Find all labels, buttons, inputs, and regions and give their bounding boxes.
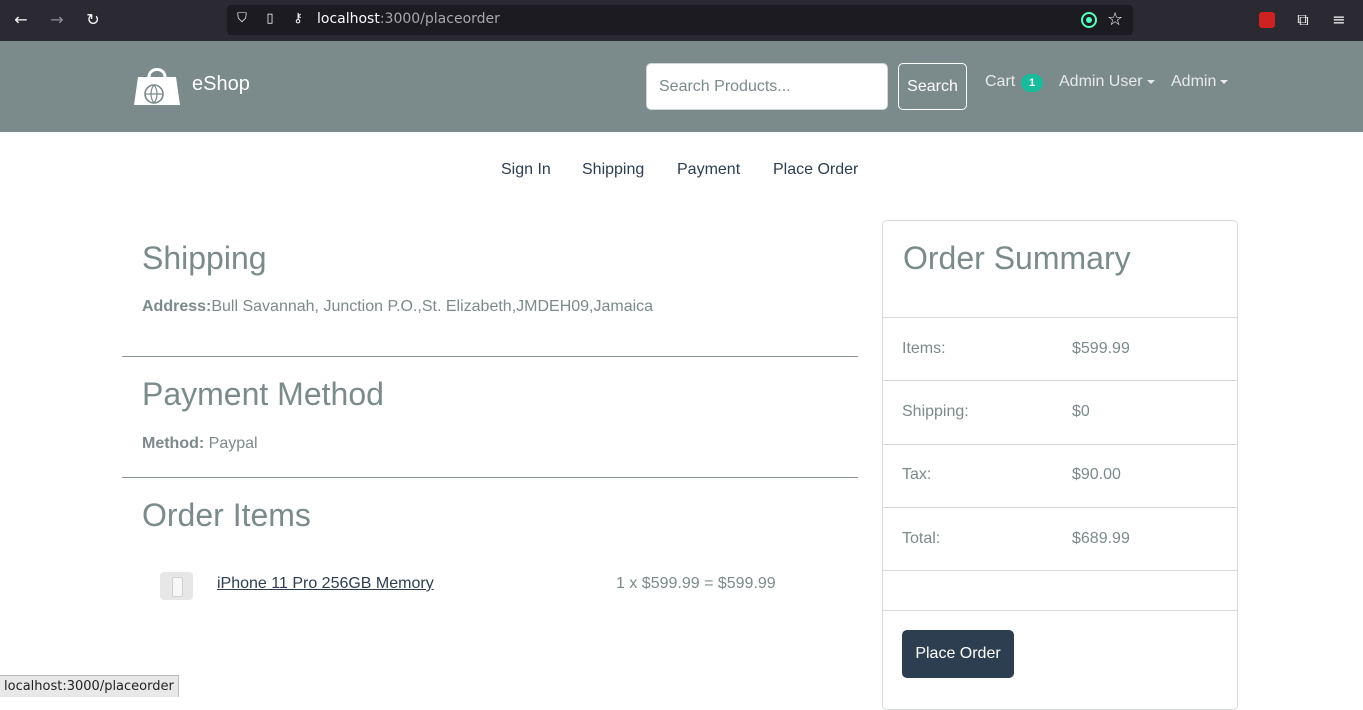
- tracker-icon[interactable]: [1081, 12, 1097, 28]
- permissions-icon[interactable]: ⚷: [290, 11, 306, 27]
- browser-toolbar: ← → ↻ ⛉ ▯ ⚷ localhost:3000/placeorder ☆ …: [0, 0, 1363, 41]
- divider: [122, 356, 858, 357]
- cart-link[interactable]: Cart: [985, 73, 1015, 91]
- summary-tax-value: $90.00: [1072, 466, 1121, 483]
- extensions-puzzle-icon[interactable]: ⧉: [1293, 10, 1313, 30]
- shield-icon[interactable]: ⛉: [234, 11, 250, 27]
- url-text[interactable]: localhost:3000/placeorder: [317, 11, 500, 27]
- address-label: Address:: [142, 298, 212, 315]
- url-host: localhost: [317, 11, 380, 27]
- chevron-down-icon: [1146, 79, 1155, 84]
- order-items-heading: Order Items: [142, 497, 311, 533]
- chevron-down-icon: [1220, 79, 1229, 84]
- method-label: Method:: [142, 435, 205, 452]
- summary-total-value: $689.99: [1072, 530, 1130, 547]
- forward-icon[interactable]: →: [46, 9, 68, 31]
- shipping-address: Address:Bull Savannah, Junction P.O.,St.…: [142, 298, 653, 316]
- order-summary-title: Order Summary: [903, 240, 1131, 276]
- user-menu-label: Admin User: [1059, 73, 1143, 90]
- divider: [883, 507, 1237, 508]
- summary-items-label: Items:: [902, 340, 946, 357]
- search-input[interactable]: [646, 63, 888, 110]
- search-button[interactable]: Search: [898, 63, 967, 110]
- step-payment[interactable]: Payment: [677, 161, 740, 179]
- summary-shipping-value: $0: [1072, 403, 1090, 420]
- divider: [883, 444, 1237, 445]
- item-price-line: 1 x $599.99 = $599.99: [616, 575, 776, 592]
- divider: [122, 477, 858, 478]
- divider: [883, 610, 1237, 611]
- brand-name[interactable]: eShop: [192, 73, 250, 96]
- summary-tax-label: Tax:: [902, 466, 932, 483]
- payment-heading: Payment Method: [142, 376, 384, 412]
- user-menu-dropdown[interactable]: Admin User: [1059, 73, 1155, 91]
- shipping-heading: Shipping: [142, 240, 267, 276]
- step-sign-in[interactable]: Sign In: [501, 161, 551, 179]
- method-value: Paypal: [204, 435, 258, 452]
- divider: [883, 317, 1237, 318]
- admin-menu-dropdown[interactable]: Admin: [1171, 73, 1229, 91]
- summary-items-value: $599.99: [1072, 340, 1130, 357]
- divider: [883, 380, 1237, 381]
- product-thumbnail[interactable]: [160, 572, 193, 600]
- summary-total-label: Total:: [902, 530, 941, 547]
- extension-icon[interactable]: [1259, 12, 1275, 28]
- step-shipping[interactable]: Shipping: [582, 161, 644, 179]
- back-icon[interactable]: ←: [10, 9, 32, 31]
- page-icon[interactable]: ▯: [262, 11, 278, 27]
- admin-menu-label: Admin: [1171, 73, 1217, 90]
- menu-icon[interactable]: ≡: [1329, 10, 1349, 30]
- reload-icon[interactable]: ↻: [82, 9, 104, 31]
- step-place-order[interactable]: Place Order: [773, 161, 858, 179]
- url-path: :3000/placeorder: [379, 11, 500, 27]
- divider: [883, 570, 1237, 571]
- bookmark-star-icon[interactable]: ☆: [1107, 9, 1123, 30]
- place-order-button[interactable]: Place Order: [902, 630, 1014, 678]
- product-link[interactable]: iPhone 11 Pro 256GB Memory: [217, 575, 434, 593]
- address-value: Bull Savannah, Junction P.O.,St. Elizabe…: [211, 298, 654, 315]
- link-status-bar: localhost:3000/placeorder: [0, 675, 179, 697]
- shopping-bag-logo-icon[interactable]: [132, 63, 182, 106]
- summary-shipping-label: Shipping:: [902, 403, 969, 420]
- cart-count-badge: 1: [1021, 74, 1043, 92]
- payment-method: Method: Paypal: [142, 435, 258, 453]
